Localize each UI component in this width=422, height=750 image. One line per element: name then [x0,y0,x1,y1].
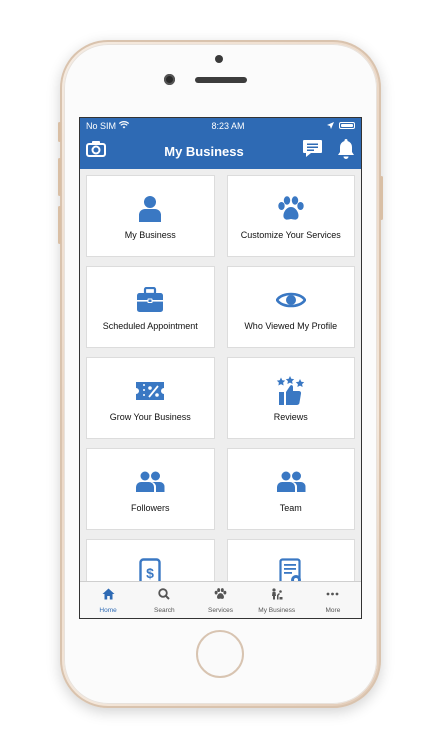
briefcase-icon [136,283,164,317]
bottom-tab-bar: Home Search Services My Business More [80,581,361,618]
business-icon [270,587,283,605]
svg-text:$: $ [146,565,154,581]
side-button-power [380,176,383,220]
tile-team[interactable]: Team [226,448,355,530]
tile-label: Followers [130,503,170,513]
home-icon [102,587,115,605]
thumbs-up-stars-icon [276,374,306,408]
tile-who-viewed-profile[interactable]: Who Viewed My Profile [226,266,355,348]
tile-label: Scheduled Appointment [102,321,198,331]
tile-scheduled-appointment[interactable]: Scheduled Appointment [86,266,215,348]
status-time: 8:23 AM [211,120,245,131]
earpiece-speaker [195,77,247,83]
business-menu-grid: My Business Customize Your Services Sche… [80,169,361,609]
home-button[interactable] [196,630,244,678]
tab-search[interactable]: Search [136,582,192,618]
tab-label: Search [154,606,175,614]
tile-label: Grow Your Business [109,412,191,422]
camera-icon[interactable] [86,140,106,162]
tile-label: Who Viewed My Profile [244,321,338,331]
tile-label: Reviews [273,412,308,422]
tab-label: Services [208,606,233,614]
tile-followers[interactable]: Followers [86,448,215,530]
tile-grow-business[interactable]: Grow Your Business [86,357,215,439]
carrier-label: No SIM [86,120,117,131]
front-camera [164,74,175,85]
bell-icon[interactable] [337,138,355,165]
users-icon [135,465,165,499]
navigation-bar: My Business [80,133,361,169]
tile-my-business[interactable]: My Business [86,175,215,257]
side-button-volume-up [58,158,61,196]
status-bar: No SIM 8:23 AM [80,118,361,133]
tab-label: Home [99,606,117,614]
app-screen: No SIM 8:23 AM My Business My Business C… [79,117,362,619]
tab-home[interactable]: Home [80,582,136,618]
tile-reviews[interactable]: Reviews [226,357,355,439]
more-icon [326,587,339,605]
eye-icon [275,283,306,317]
page-title: My Business [164,143,244,159]
team-icon [276,465,306,499]
side-button-volume-down [58,206,61,244]
tab-label: More [325,606,341,614]
tab-label: My Business [258,606,296,614]
paw-icon [277,192,305,226]
tile-label: My Business [124,230,176,240]
tile-customize-services[interactable]: Customize Your Services [226,175,355,257]
chat-icon[interactable] [302,139,323,163]
tab-my-business[interactable]: My Business [249,582,305,618]
coupon-icon [135,374,165,408]
paw-icon [214,587,227,605]
search-icon [158,587,171,605]
tab-more[interactable]: More [305,582,361,618]
side-button-silent [58,122,61,142]
tab-services[interactable]: Services [192,582,248,618]
location-icon [326,121,334,131]
tile-label: Team [279,503,302,513]
proximity-sensor [215,55,223,63]
person-icon [138,192,162,226]
wifi-icon [118,120,130,131]
battery-icon [338,122,355,129]
tile-label: Customize Your Services [240,230,341,240]
